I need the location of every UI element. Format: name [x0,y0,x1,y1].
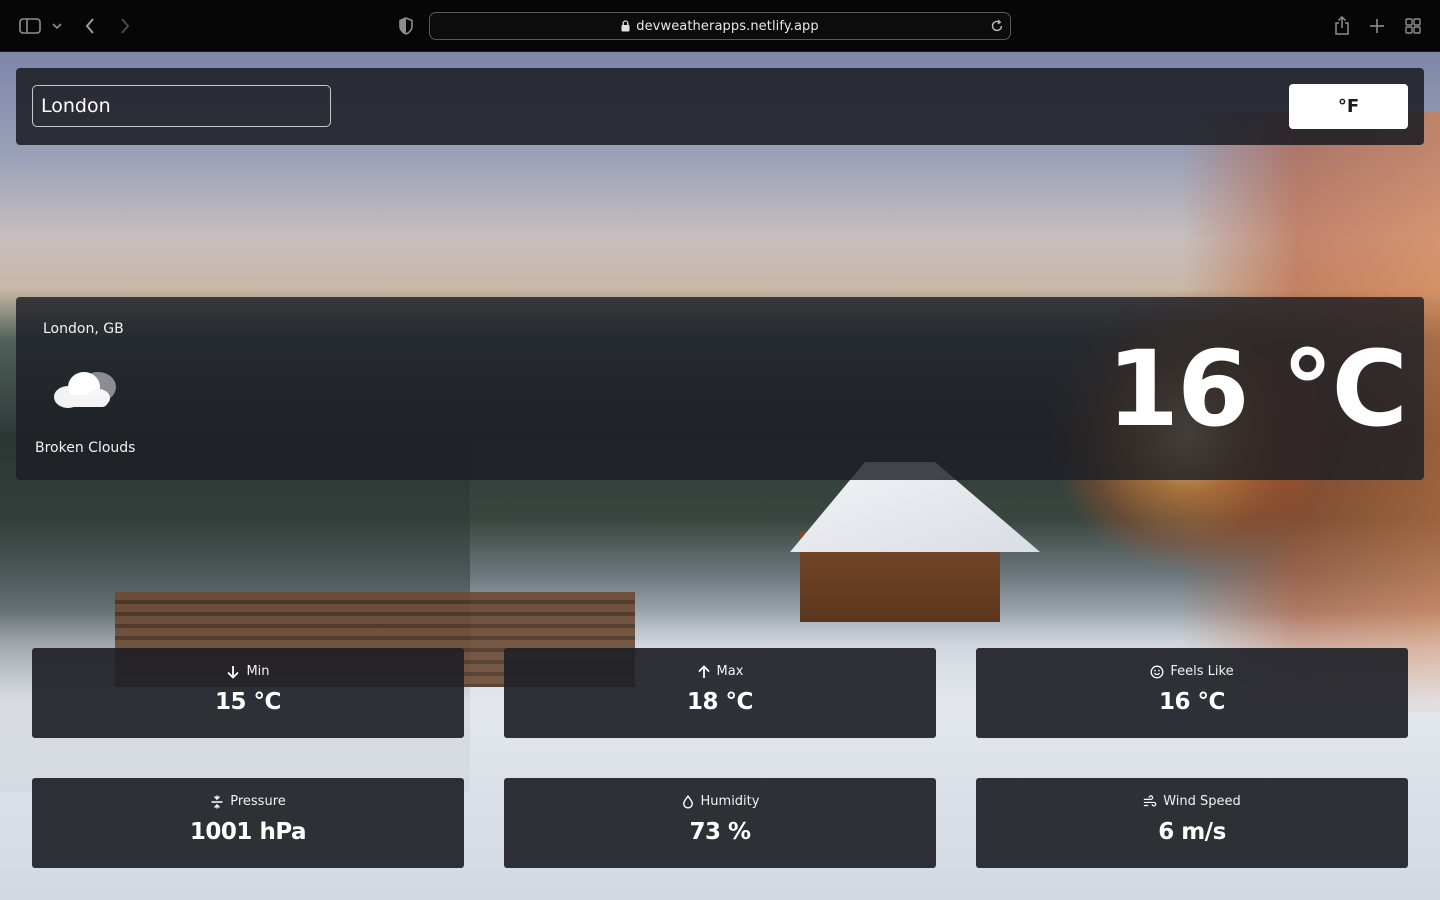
stat-value: 18 °C [687,689,753,715]
address-bar[interactable]: devweatherapps.netlify.app [429,12,1011,40]
current-temperature: 16 °C [1106,328,1408,450]
stat-value: 16 °C [1159,689,1225,715]
url-text: devweatherapps.netlify.app [636,18,819,34]
stat-card-pressure: Pressure 1001 hPa [32,778,464,868]
condition-label: Broken Clouds [35,440,136,456]
arrow-down-icon [227,665,240,679]
stat-card-feels-like: Feels Like 16 °C [976,648,1408,738]
stat-label: Max [716,664,744,679]
search-panel: °F [16,68,1424,145]
share-icon[interactable] [1330,14,1354,38]
stat-label: Min [246,664,270,679]
droplet-icon [682,794,693,809]
lock-icon [621,20,630,32]
stat-label: Wind Speed [1163,794,1241,809]
arrow-up-icon [697,664,710,678]
stat-label: Humidity [700,794,760,809]
sidebar-toggle-icon[interactable] [18,14,42,38]
pressure-icon [211,795,223,808]
smile-icon [1150,665,1164,678]
cloud-icon [54,372,116,408]
forward-icon[interactable] [113,14,137,38]
stat-label: Pressure [230,794,286,809]
stat-value: 73 % [689,819,751,845]
new-tab-icon[interactable] [1365,14,1389,38]
privacy-shield-icon[interactable] [394,14,418,38]
stat-value: 1001 hPa [189,819,307,845]
unit-toggle-button[interactable]: °F [1289,84,1408,129]
current-weather-panel: London, GB Broken Clouds 16 °C [16,297,1424,480]
stat-card-max: Max 18 °C [504,648,936,738]
stat-card-min: Min 15 °C [32,648,464,738]
stat-card-humidity: Humidity 73 % [504,778,936,868]
reload-icon[interactable] [990,19,1004,33]
tab-overview-icon[interactable] [1401,14,1425,38]
stat-value: 15 °C [215,689,281,715]
location-label: London, GB [43,321,124,337]
chevron-down-icon[interactable] [45,14,69,38]
back-icon[interactable] [78,14,102,38]
wind-icon [1144,794,1157,807]
stat-card-wind-speed: Wind Speed 6 m/s [976,778,1408,868]
browser-toolbar: devweatherapps.netlify.app [0,0,1440,52]
stat-label: Feels Like [1170,664,1234,679]
stat-value: 6 m/s [1158,819,1226,845]
city-search-input[interactable] [32,85,331,127]
